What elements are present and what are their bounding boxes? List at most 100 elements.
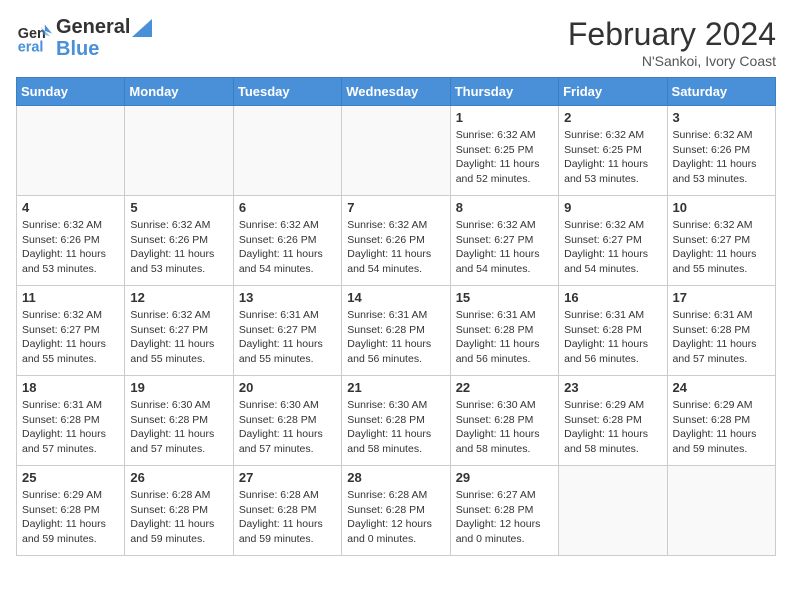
day-number: 9 [564, 200, 661, 215]
month-title: February 2024 [568, 16, 776, 53]
calendar-cell: 20Sunrise: 6:30 AMSunset: 6:28 PMDayligh… [233, 376, 341, 466]
day-number: 1 [456, 110, 553, 125]
calendar-cell: 14Sunrise: 6:31 AMSunset: 6:28 PMDayligh… [342, 286, 450, 376]
calendar-cell: 1 Sunrise: 6:32 AMSunset: 6:25 PMDaylight… [450, 106, 558, 196]
day-info: Sunrise: 6:28 AMSunset: 6:28 PMDaylight:… [130, 488, 227, 547]
day-info: Sunrise: 6:32 AMSunset: 6:26 PMDaylight:… [130, 218, 227, 277]
calendar-cell: 18Sunrise: 6:31 AMSunset: 6:28 PMDayligh… [17, 376, 125, 466]
day-number: 27 [239, 470, 336, 485]
day-info: Sunrise: 6:27 AMSunset: 6:28 PMDaylight:… [456, 488, 553, 547]
calendar-cell [125, 106, 233, 196]
day-number: 19 [130, 380, 227, 395]
weekday-header-monday: Monday [125, 78, 233, 106]
title-area: February 2024 N'Sankoi, Ivory Coast [568, 16, 776, 69]
day-number: 12 [130, 290, 227, 305]
day-info: Sunrise: 6:32 AMSunset: 6:26 PMDaylight:… [239, 218, 336, 277]
calendar-cell: 8 Sunrise: 6:32 AMSunset: 6:27 PMDaylight… [450, 196, 558, 286]
day-info: Sunrise: 6:32 AMSunset: 6:26 PMDaylight:… [22, 218, 119, 277]
week-row-4: 18Sunrise: 6:31 AMSunset: 6:28 PMDayligh… [17, 376, 776, 466]
day-info: Sunrise: 6:32 AMSunset: 6:26 PMDaylight:… [673, 128, 770, 187]
calendar-cell [233, 106, 341, 196]
calendar-cell [342, 106, 450, 196]
week-row-1: 1 Sunrise: 6:32 AMSunset: 6:25 PMDaylight… [17, 106, 776, 196]
day-number: 7 [347, 200, 444, 215]
day-number: 10 [673, 200, 770, 215]
day-info: Sunrise: 6:32 AMSunset: 6:26 PMDaylight:… [347, 218, 444, 277]
day-number: 22 [456, 380, 553, 395]
week-row-5: 25 Sunrise: 6:29 AMSunset: 6:28 PMDayligh… [17, 466, 776, 556]
calendar-cell: 2 Sunrise: 6:32 AMSunset: 6:25 PMDaylight… [559, 106, 667, 196]
day-number: 20 [239, 380, 336, 395]
day-number: 15 [456, 290, 553, 305]
calendar-cell: 23 Sunrise: 6:29 AMSunset: 6:28 PMDayligh… [559, 376, 667, 466]
day-number: 18 [22, 380, 119, 395]
logo-line1: General [56, 16, 152, 38]
calendar-cell: 21 Sunrise: 6:30 AMSunset: 6:28 PMDayligh… [342, 376, 450, 466]
weekday-header-sunday: Sunday [17, 78, 125, 106]
day-number: 21 [347, 380, 444, 395]
calendar-cell: 17Sunrise: 6:31 AMSunset: 6:28 PMDayligh… [667, 286, 775, 376]
day-info: Sunrise: 6:29 AMSunset: 6:28 PMDaylight:… [564, 398, 661, 457]
day-number: 13 [239, 290, 336, 305]
day-number: 16 [564, 290, 661, 305]
day-info: Sunrise: 6:31 AMSunset: 6:28 PMDaylight:… [564, 308, 661, 367]
calendar-cell: 13Sunrise: 6:31 AMSunset: 6:27 PMDayligh… [233, 286, 341, 376]
calendar-cell: 28 Sunrise: 6:28 AMSunset: 6:28 PMDayligh… [342, 466, 450, 556]
calendar-cell: 10 Sunrise: 6:32 AMSunset: 6:27 PMDayligh… [667, 196, 775, 286]
calendar-cell: 4 Sunrise: 6:32 AMSunset: 6:26 PMDaylight… [17, 196, 125, 286]
day-info: Sunrise: 6:31 AMSunset: 6:28 PMDaylight:… [456, 308, 553, 367]
day-info: Sunrise: 6:32 AMSunset: 6:25 PMDaylight:… [564, 128, 661, 187]
day-number: 2 [564, 110, 661, 125]
weekday-header-tuesday: Tuesday [233, 78, 341, 106]
day-number: 5 [130, 200, 227, 215]
calendar-cell: 24 Sunrise: 6:29 AMSunset: 6:28 PMDayligh… [667, 376, 775, 466]
weekday-header-row: SundayMondayTuesdayWednesdayThursdayFrid… [17, 78, 776, 106]
calendar-cell: 3 Sunrise: 6:32 AMSunset: 6:26 PMDaylight… [667, 106, 775, 196]
calendar-cell [17, 106, 125, 196]
day-info: Sunrise: 6:29 AMSunset: 6:28 PMDaylight:… [22, 488, 119, 547]
location-subtitle: N'Sankoi, Ivory Coast [568, 53, 776, 69]
day-number: 17 [673, 290, 770, 305]
day-number: 25 [22, 470, 119, 485]
calendar-table: SundayMondayTuesdayWednesdayThursdayFrid… [16, 77, 776, 556]
day-info: Sunrise: 6:32 AMSunset: 6:27 PMDaylight:… [456, 218, 553, 277]
calendar-cell: 7 Sunrise: 6:32 AMSunset: 6:26 PMDaylight… [342, 196, 450, 286]
logo: Gen eral General Blue [16, 16, 152, 60]
calendar-cell [667, 466, 775, 556]
calendar-cell: 9 Sunrise: 6:32 AMSunset: 6:27 PMDaylight… [559, 196, 667, 286]
day-info: Sunrise: 6:28 AMSunset: 6:28 PMDaylight:… [239, 488, 336, 547]
week-row-2: 4 Sunrise: 6:32 AMSunset: 6:26 PMDaylight… [17, 196, 776, 286]
calendar-cell: 15 Sunrise: 6:31 AMSunset: 6:28 PMDayligh… [450, 286, 558, 376]
day-info: Sunrise: 6:32 AMSunset: 6:25 PMDaylight:… [456, 128, 553, 187]
calendar-cell: 29Sunrise: 6:27 AMSunset: 6:28 PMDayligh… [450, 466, 558, 556]
day-number: 11 [22, 290, 119, 305]
calendar-cell: 11 Sunrise: 6:32 AMSunset: 6:27 PMDayligh… [17, 286, 125, 376]
calendar-cell: 12 Sunrise: 6:32 AMSunset: 6:27 PMDayligh… [125, 286, 233, 376]
day-info: Sunrise: 6:32 AMSunset: 6:27 PMDaylight:… [130, 308, 227, 367]
calendar-cell: 25 Sunrise: 6:29 AMSunset: 6:28 PMDayligh… [17, 466, 125, 556]
calendar-cell: 6Sunrise: 6:32 AMSunset: 6:26 PMDaylight… [233, 196, 341, 286]
day-number: 24 [673, 380, 770, 395]
day-number: 23 [564, 380, 661, 395]
day-info: Sunrise: 6:32 AMSunset: 6:27 PMDaylight:… [673, 218, 770, 277]
day-info: Sunrise: 6:28 AMSunset: 6:28 PMDaylight:… [347, 488, 444, 547]
day-info: Sunrise: 6:32 AMSunset: 6:27 PMDaylight:… [22, 308, 119, 367]
calendar-cell: 5 Sunrise: 6:32 AMSunset: 6:26 PMDaylight… [125, 196, 233, 286]
logo-icon: Gen eral [16, 20, 52, 56]
week-row-3: 11 Sunrise: 6:32 AMSunset: 6:27 PMDayligh… [17, 286, 776, 376]
day-info: Sunrise: 6:30 AMSunset: 6:28 PMDaylight:… [347, 398, 444, 457]
logo-line2: Blue [56, 38, 152, 60]
day-info: Sunrise: 6:32 AMSunset: 6:27 PMDaylight:… [564, 218, 661, 277]
day-info: Sunrise: 6:30 AMSunset: 6:28 PMDaylight:… [456, 398, 553, 457]
svg-text:eral: eral [18, 40, 44, 56]
day-number: 8 [456, 200, 553, 215]
day-number: 4 [22, 200, 119, 215]
calendar-cell: 22 Sunrise: 6:30 AMSunset: 6:28 PMDayligh… [450, 376, 558, 466]
day-number: 28 [347, 470, 444, 485]
calendar-cell [559, 466, 667, 556]
page-header: Gen eral General Blue February 2024 N'Sa… [16, 16, 776, 69]
day-info: Sunrise: 6:29 AMSunset: 6:28 PMDaylight:… [673, 398, 770, 457]
weekday-header-wednesday: Wednesday [342, 78, 450, 106]
calendar-cell: 16 Sunrise: 6:31 AMSunset: 6:28 PMDayligh… [559, 286, 667, 376]
day-number: 3 [673, 110, 770, 125]
